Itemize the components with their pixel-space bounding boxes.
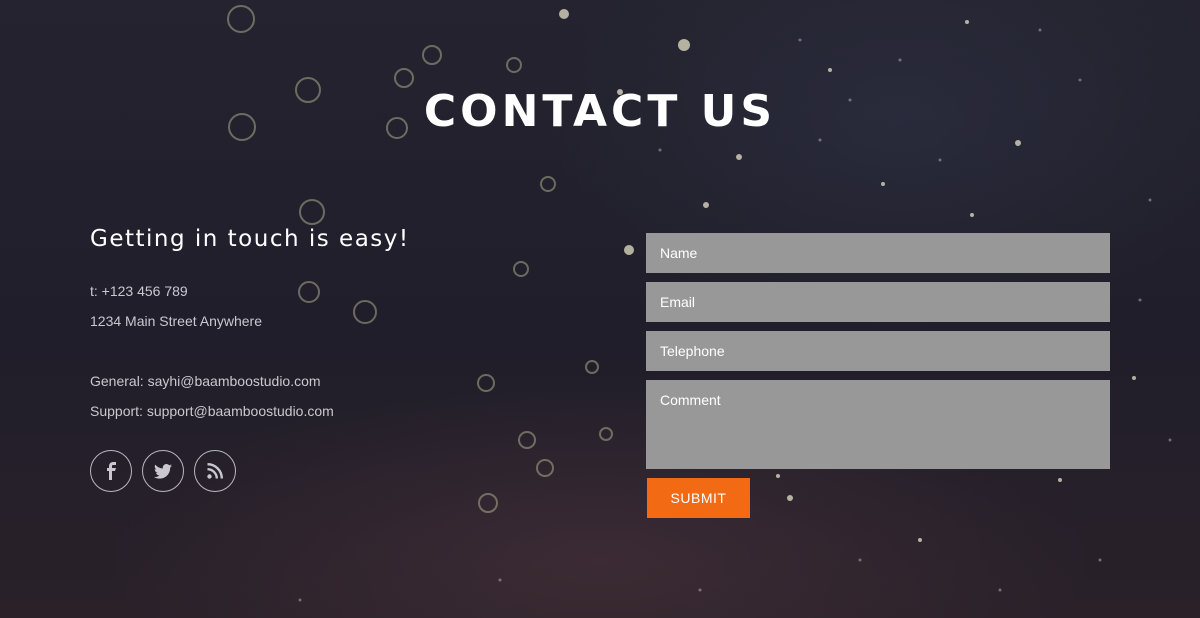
facebook-icon [107, 462, 116, 480]
contact-info: Getting in touch is easy! t: +123 456 78… [90, 226, 550, 426]
address-text: 1234 Main Street Anywhere [90, 313, 262, 329]
telephone-input[interactable] [646, 331, 1110, 371]
phone-text: t: +123 456 789 [90, 283, 188, 299]
support-email-text: Support: support@baamboostudio.com [90, 403, 334, 419]
email-input[interactable] [646, 282, 1110, 322]
rss-icon [207, 463, 223, 479]
submit-button[interactable]: SUBMIT [647, 478, 750, 518]
twitter-button[interactable] [142, 450, 184, 492]
facebook-button[interactable] [90, 450, 132, 492]
page-title: CONTACT US [423, 86, 777, 137]
name-input[interactable] [646, 233, 1110, 273]
tagline: Getting in touch is easy! [90, 226, 410, 252]
social-links [90, 450, 236, 492]
rss-button[interactable] [194, 450, 236, 492]
general-email-text: General: sayhi@baamboostudio.com [90, 373, 321, 389]
comment-textarea[interactable] [646, 380, 1110, 469]
twitter-icon [154, 463, 172, 479]
contact-form: SUBMIT [646, 233, 1110, 518]
